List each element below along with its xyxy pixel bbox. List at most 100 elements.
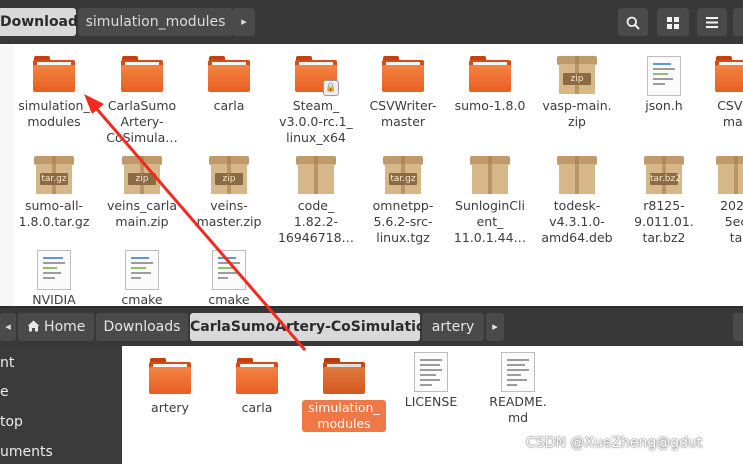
archive-item-vasp[interactable]: zip vasp-main. zip (535, 56, 619, 130)
file-label: simulation_ modules (302, 400, 386, 432)
text-file-icon (212, 250, 246, 290)
breadcrumb-simulation-modules[interactable]: simulation_modules (78, 8, 233, 36)
file-label: sumo-all- 1.8.0.tar.gz (18, 198, 90, 229)
view-toggle-button[interactable] (657, 8, 689, 36)
text-file-icon (414, 352, 448, 392)
file-label: sumo-1.8.0 (454, 98, 526, 113)
archive-item-omnetpp[interactable]: tar.gz omnetpp- 5.6.2-src- linux.tgz (361, 156, 445, 246)
home-icon (27, 320, 40, 332)
text-item-cmake-1[interactable]: cmake (100, 250, 184, 308)
sidebar: nt e top uments (0, 346, 122, 464)
archive-icon: tar.gz (34, 156, 74, 194)
folder-item-csvwriter[interactable]: CSVWriter- master (361, 56, 445, 130)
file-label: 2022 5ec ta (720, 198, 743, 245)
folder-item-simulation-modules-selected[interactable]: simulation_ modules (302, 358, 386, 432)
archive-item-todesk[interactable]: todesk- v4.3.1.0- amd64.deb (535, 156, 619, 246)
folder-icon (715, 56, 743, 92)
text-item-cmake-2[interactable]: cmake (187, 250, 271, 308)
file-label: artery (151, 400, 189, 415)
file-label: veins- master.zip (196, 198, 262, 229)
breadcrumb-downloads[interactable]: Downloads (0, 8, 86, 36)
folder-item-sumo[interactable]: sumo-1.8.0 (448, 56, 532, 114)
package-icon (557, 156, 597, 194)
breadcrumb-home-label: Home (44, 319, 86, 335)
breadcrumb-carlasumoartery[interactable]: CarlaSumoArtery-CoSimulation (190, 313, 436, 341)
archive-item-sumo-all[interactable]: tar.gz sumo-all- 1.8.0.tar.gz (12, 156, 96, 230)
header-bar: Downloads simulation_modules ▸ (0, 0, 743, 44)
file-label: Steam_ v3.0.0-rc.1_ linux_x64 (279, 98, 353, 145)
file-label: omnetpp- 5.6.2-src- linux.tgz (372, 198, 434, 245)
watermark: CSDN @XueZheng@gdut (526, 435, 703, 451)
text-file-icon (501, 352, 535, 392)
folder-icon (382, 56, 424, 92)
file-label: CarlaSumo Artery- CoSimula… (106, 98, 178, 145)
sidebar-item-recent[interactable]: nt (0, 350, 122, 376)
text-item-readme[interactable]: README. md (476, 352, 560, 426)
package-icon (470, 156, 510, 194)
folder-icon (121, 56, 163, 92)
sidebar-item-documents[interactable]: uments (0, 439, 122, 464)
archive-item-code[interactable]: code_ 1.82.2- 16946718… (274, 156, 358, 246)
search-button[interactable] (618, 8, 648, 36)
file-label: SunloginCli ent_ 11.0.1.44… (453, 198, 527, 245)
archive-item-veins-master[interactable]: zip veins- master.zip (187, 156, 271, 230)
header-bar: ◂ Home Downloads CarlaSumoArtery-CoSimul… (0, 308, 743, 346)
downloads-window: Downloads simulation_modules ▸ simulatio… (0, 0, 743, 308)
text-file-icon (37, 250, 71, 290)
toolbar-button[interactable] (733, 313, 743, 341)
text-file-icon (647, 56, 681, 96)
file-label: CSVWriter- master (369, 98, 437, 129)
archive-icon: zip (122, 156, 162, 194)
folder-icon (236, 358, 278, 394)
file-label: carla (213, 98, 245, 113)
package-icon (296, 156, 336, 194)
archive-icon: tar.gz (383, 156, 423, 194)
file-label: todesk- v4.3.1.0- amd64.deb (541, 198, 613, 245)
menu-button[interactable] (697, 8, 727, 36)
sidebar-item-desktop[interactable]: top (0, 409, 122, 435)
file-grid: simulation_ modules CarlaSumo Artery- Co… (12, 44, 743, 308)
sidebar-item-home[interactable]: e (0, 379, 122, 405)
hamburger-icon (706, 17, 718, 28)
folder-icon (469, 56, 511, 92)
breadcrumb-artery[interactable]: artery (422, 313, 484, 341)
archive-icon: zip (557, 56, 597, 94)
breadcrumb-next-button[interactable]: ▸ (486, 313, 504, 341)
folder-icon (33, 56, 75, 92)
folder-item-carla[interactable]: carla (215, 358, 299, 416)
folder-icon (149, 358, 191, 394)
breadcrumb-next-button[interactable]: ▸ (233, 8, 255, 36)
folder-item-steam[interactable]: 🔒 Steam_ v3.0.0-rc.1_ linux_x64 (274, 56, 358, 146)
text-file-icon (125, 250, 159, 290)
archive-item-sunlogin[interactable]: SunloginCli ent_ 11.0.1.44… (448, 156, 532, 246)
archive-icon: zip (209, 156, 249, 194)
folder-item-artery[interactable]: artery (128, 358, 212, 416)
window-controls-button[interactable] (733, 8, 743, 36)
breadcrumb-downloads[interactable]: Downloads (96, 313, 188, 341)
folder-icon (323, 358, 365, 394)
folder-item-carla[interactable]: carla (187, 56, 271, 114)
breadcrumb-prev-button[interactable]: ◂ (0, 313, 16, 341)
folder-item-csvw-partial[interactable]: CSVW mas (694, 56, 743, 130)
folder-item-simulation-modules[interactable]: simulation_ modules (12, 56, 96, 130)
file-label: README. md (489, 394, 547, 425)
file-label: CSVW mas (717, 98, 743, 129)
grid-view-icon (667, 16, 679, 29)
search-icon (626, 16, 640, 30)
lock-icon: 🔒 (323, 80, 339, 96)
folder-item-carlasumoartery[interactable]: CarlaSumo Artery- CoSimula… (100, 56, 184, 146)
file-label: code_ 1.82.2- 16946718… (277, 198, 355, 245)
package-icon (716, 156, 743, 194)
archive-item-veins-carla[interactable]: zip veins_carla main.zip (100, 156, 184, 230)
archive-icon: tar.bz2 (644, 156, 684, 194)
text-item-license[interactable]: LICENSE (389, 352, 473, 410)
archive-item-2022-partial[interactable]: 2022 5ec ta (694, 156, 743, 246)
file-label: veins_carla main.zip (106, 198, 178, 229)
file-label: carla (241, 400, 273, 415)
file-label: LICENSE (404, 394, 458, 409)
file-label: vasp-main. zip (542, 98, 612, 129)
breadcrumb-home[interactable]: Home (18, 313, 94, 341)
folder-icon (208, 56, 250, 92)
file-label: simulation_ modules (18, 98, 90, 129)
text-item-nvidia[interactable]: NVIDIA (12, 250, 96, 308)
